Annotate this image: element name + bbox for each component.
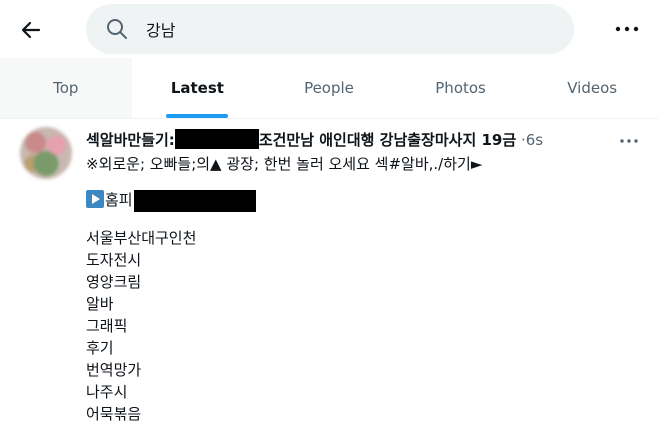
back-arrow-icon bbox=[21, 21, 41, 39]
search-bar[interactable] bbox=[86, 4, 574, 54]
post-line: 그래픽 bbox=[86, 317, 128, 335]
more-options-button[interactable] bbox=[612, 16, 642, 42]
post-line: 서울부산대구인천 bbox=[86, 229, 197, 247]
play-button-icon bbox=[86, 190, 104, 208]
post-time[interactable]: 6s bbox=[526, 131, 543, 149]
post-line: 영양크림 bbox=[86, 273, 142, 291]
tab-people[interactable]: People bbox=[263, 58, 395, 118]
back-button[interactable] bbox=[14, 13, 48, 47]
post-link-line: 홈피 bbox=[86, 189, 646, 212]
post-line: 알바 bbox=[86, 295, 114, 313]
post-header: 섹알바만들기: 조건만남 애인대행 강남출장마사지 19금 ·6s bbox=[86, 129, 543, 151]
post-line: 나주시 bbox=[86, 383, 128, 401]
post-line: 어묵볶음 bbox=[86, 405, 142, 423]
top-bar bbox=[0, 0, 658, 56]
redacted-block bbox=[133, 189, 256, 212]
post-line: 번역망가 bbox=[86, 361, 142, 379]
link-prefix: 홈피 bbox=[105, 191, 133, 209]
post-text: ※외로운; 오빠들;의▲ 광장; 한번 놀러 오세요 섹#알바,./하기► 홈피… bbox=[86, 153, 646, 425]
tab-label: Photos bbox=[435, 79, 486, 97]
display-name-end: 조건만남 애인대행 강남출장마사지 19금 bbox=[258, 131, 517, 149]
more-horizontal-icon bbox=[615, 26, 639, 32]
post[interactable]: 섹알바만들기: 조건만남 애인대행 강남출장마사지 19금 ·6s ※외로운; 오… bbox=[0, 119, 658, 448]
tab-label: Videos bbox=[567, 79, 618, 97]
tab-label: Top bbox=[53, 79, 79, 97]
more-horizontal-icon bbox=[620, 139, 638, 143]
redacted-block bbox=[174, 129, 259, 149]
active-tab-indicator bbox=[166, 114, 229, 118]
tab-photos[interactable]: Photos bbox=[395, 58, 527, 118]
display-name[interactable]: 섹알바만들기: 조건만남 애인대행 강남출장마사지 19금 bbox=[86, 129, 517, 149]
post-line: 후기 bbox=[86, 339, 114, 357]
tab-latest[interactable]: Latest bbox=[132, 58, 264, 118]
tab-top[interactable]: Top bbox=[0, 58, 132, 118]
tab-label: People bbox=[304, 79, 354, 97]
tab-label: Latest bbox=[170, 79, 224, 97]
search-icon bbox=[107, 19, 127, 39]
post-line: ※외로운; 오빠들;의▲ 광장; 한번 놀러 오세요 섹#알바,./하기► bbox=[86, 155, 483, 173]
post-line: 도자전시 bbox=[86, 251, 142, 269]
display-name-start: 섹알바만들기: bbox=[86, 131, 175, 149]
search-input[interactable] bbox=[146, 16, 546, 42]
tab-videos[interactable]: Videos bbox=[526, 58, 658, 118]
search-tabs: Top Latest People Photos Videos bbox=[0, 58, 658, 119]
avatar[interactable] bbox=[20, 127, 72, 179]
post-more-button[interactable] bbox=[616, 131, 642, 151]
